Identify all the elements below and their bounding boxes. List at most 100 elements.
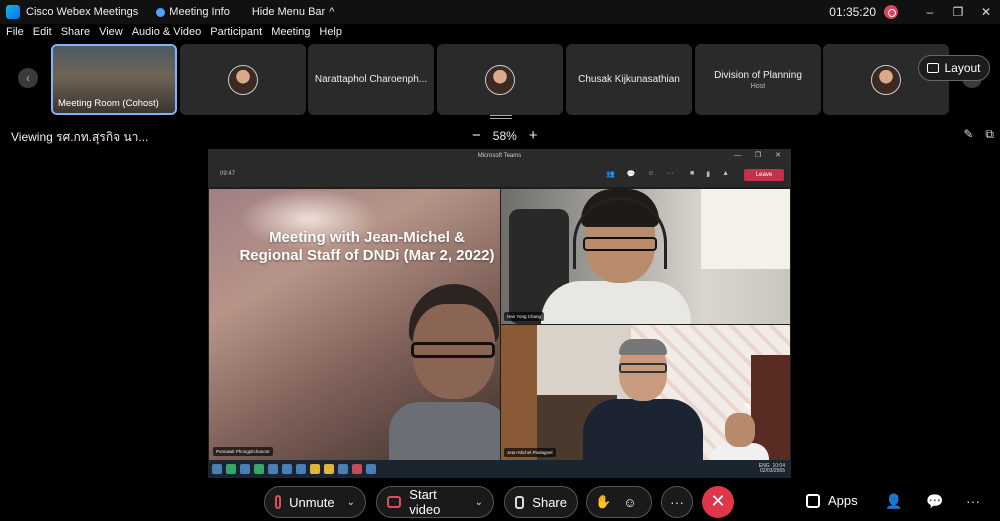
- mic-icon: ▮: [706, 171, 711, 178]
- strip-resize-handle[interactable]: [490, 115, 512, 119]
- menu-audio-video[interactable]: Audio & Video: [132, 26, 202, 42]
- taskbar-clock: ENG 10:04 02/03/2565: [759, 464, 785, 474]
- teams-device-icons: ■ ▮ ▲: [690, 170, 729, 178]
- host-badge: Host: [750, 82, 766, 90]
- menu-help[interactable]: Help: [319, 26, 342, 42]
- participant-tile-division-of-planning[interactable]: Division of Planning Host: [695, 44, 821, 115]
- share-tray-icon: ▲: [722, 170, 730, 177]
- hide-menu-bar-button[interactable]: Hide Menu Bar ^: [252, 6, 335, 18]
- taskbar-app-icon: [366, 464, 376, 474]
- camera-off-icon: [387, 496, 402, 508]
- meeting-info-button[interactable]: Meeting Info: [156, 6, 230, 18]
- webex-logo-icon: [6, 5, 20, 19]
- more-panels-icon[interactable]: ···: [966, 493, 980, 509]
- teams-meeting-bar: 09:47 👥 💬 ☺ ··· ■ ▮ ▲ Leave: [208, 163, 791, 187]
- menu-view[interactable]: View: [99, 26, 123, 42]
- share-label: Share: [532, 494, 567, 510]
- participant-strip: ‹ Meeting Room (Cohost) Narattaphol Char…: [0, 43, 1000, 119]
- avatar: [871, 64, 901, 95]
- people-icon: 👥: [606, 171, 615, 178]
- video-tile-name: Han Yong Chang: [504, 312, 545, 321]
- video-tile-name: Jean-Michel Piedagnel: [504, 448, 556, 457]
- meeting-timer: 01:35:20: [829, 5, 876, 19]
- participant-tile[interactable]: [180, 44, 306, 115]
- minimize-button[interactable]: –: [916, 5, 944, 19]
- chat-icon: 💬: [626, 171, 636, 178]
- teams-window-title: Microsoft Teams: [477, 153, 522, 159]
- layout-label: Layout: [944, 61, 981, 75]
- viewing-label: Viewing รศ.กท.สุรกิจ นา...: [11, 130, 149, 144]
- meeting-info-label: Meeting Info: [169, 6, 230, 18]
- raise-hand-icon[interactable]: ✋: [595, 494, 611, 510]
- participant-name: Narattaphol Charoenph...: [314, 74, 428, 85]
- avatar: [485, 64, 515, 95]
- hide-menu-bar-label: Hide Menu Bar: [251, 6, 326, 18]
- strip-prev-button[interactable]: ‹: [18, 68, 38, 88]
- shared-screen[interactable]: Microsoft Teams — ❐ ✕ 09:47 👥 💬 ☺ ··· ■ …: [208, 149, 791, 478]
- menu-meeting[interactable]: Meeting: [271, 26, 310, 42]
- taskbar-app-icon: [226, 464, 236, 474]
- reactions-group: ✋ ☺: [586, 486, 652, 518]
- taskbar-app-icon: [352, 464, 362, 474]
- maximize-button[interactable]: ❐: [944, 5, 972, 19]
- menu-participant[interactable]: Participant: [210, 26, 262, 42]
- more-options-button[interactable]: ···: [661, 486, 693, 518]
- unmute-label: Unmute: [289, 494, 335, 510]
- taskbar-app-icon: [338, 464, 348, 474]
- participant-tile-chusak[interactable]: Chusak Kijkunasathian: [566, 44, 692, 115]
- avatar: [228, 64, 258, 95]
- video-tile-han-yong-chang: Han Yong Chang: [501, 189, 790, 324]
- slide-title: Meeting with Jean-Michel & Regional Staf…: [239, 229, 495, 264]
- taskbar-app-icon: [310, 464, 320, 474]
- chevron-up-icon: ^: [329, 6, 335, 18]
- close-window-button[interactable]: ✕: [972, 5, 1000, 19]
- menu-edit[interactable]: Edit: [33, 26, 52, 42]
- mic-muted-icon: [275, 495, 282, 509]
- start-icon: [212, 464, 222, 474]
- chevron-down-icon[interactable]: ⌄: [347, 497, 355, 508]
- app-title: Cisco Webex Meetings: [26, 6, 139, 18]
- reactions-icon[interactable]: ☺: [623, 495, 636, 510]
- teams-meeting-icons: 👥 💬 ☺ ···: [606, 170, 674, 178]
- menu-share[interactable]: Share: [61, 26, 90, 42]
- taskbar-app-icon: [324, 464, 334, 474]
- participant-tile[interactable]: [437, 44, 563, 115]
- teams-window-controls: — ❐ ✕: [733, 152, 787, 159]
- start-video-label: Start video: [409, 487, 441, 517]
- zoom-in-button[interactable]: +: [529, 127, 538, 144]
- reactions-icon: ☺: [647, 170, 655, 177]
- chat-icon[interactable]: 💬: [926, 493, 943, 510]
- annotate-icon[interactable]: ✎: [963, 127, 973, 142]
- zoom-out-button[interactable]: −: [472, 127, 481, 144]
- share-button[interactable]: Share: [504, 486, 578, 518]
- menu-file[interactable]: File: [6, 26, 24, 42]
- participant-name: Chusak Kijkunasathian: [578, 74, 680, 85]
- video-tile-jean-michel: Jean-Michel Piedagnel: [501, 325, 790, 460]
- participant-name: Division of Planning: [714, 69, 802, 81]
- share-icon: [515, 495, 525, 509]
- participant-tile-narattaphol[interactable]: Narattaphol Charoenph...: [308, 44, 434, 115]
- unmute-button[interactable]: Unmute ⌄: [264, 486, 366, 518]
- participant-tile-meeting-room[interactable]: Meeting Room (Cohost): [51, 44, 177, 115]
- participants-icon[interactable]: 👤: [885, 493, 902, 510]
- taskbar-app-icon: [268, 464, 278, 474]
- camera-icon: ■: [690, 170, 695, 177]
- apps-label: Apps: [828, 493, 858, 508]
- layout-button[interactable]: Layout: [918, 55, 990, 81]
- more-icon: ···: [666, 170, 674, 177]
- chevron-down-icon[interactable]: ⌄: [475, 497, 483, 508]
- participant-name: Meeting Room (Cohost): [58, 98, 159, 109]
- video-tile-name: Punnawit Phongpitchanont: [213, 447, 273, 456]
- recording-icon[interactable]: [884, 5, 898, 19]
- windows-taskbar: ENG 10:04 02/03/2565: [208, 460, 791, 478]
- start-video-button[interactable]: Start video ⌄: [376, 486, 494, 518]
- taskbar-app-icon: [296, 464, 306, 474]
- remote-control-icon[interactable]: ⧉: [985, 127, 994, 142]
- leave-meeting-button[interactable]: ✕: [702, 486, 734, 518]
- zoom-controls: − 58% +: [472, 127, 538, 144]
- info-icon: [156, 7, 166, 17]
- taskbar-date: 02/03/2565: [759, 468, 785, 474]
- teams-window-title-bar: Microsoft Teams — ❐ ✕: [208, 149, 791, 163]
- apps-button[interactable]: Apps: [806, 493, 858, 508]
- viewing-bar: Viewing รศ.กท.สุรกิจ นา... − 58% + ✎ ⧉: [0, 125, 1000, 147]
